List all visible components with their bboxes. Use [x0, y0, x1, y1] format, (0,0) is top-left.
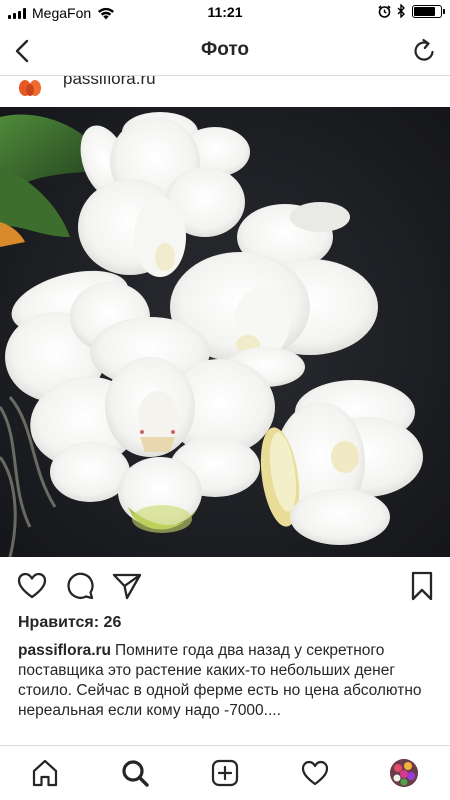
likes-label: Нравится:: [18, 614, 100, 631]
comment-icon[interactable]: [64, 570, 96, 602]
likes-number: 26: [103, 614, 122, 631]
caption-username[interactable]: passiflora.ru: [18, 642, 111, 659]
profile-avatar[interactable]: [390, 759, 418, 787]
avatar-image: [390, 759, 418, 787]
refresh-icon[interactable]: [410, 37, 438, 65]
status-bar-right: [378, 4, 445, 18]
orchid-photo: [0, 107, 450, 557]
post-photo[interactable]: [0, 107, 450, 557]
status-bar: MegaFon 11:21: [0, 0, 450, 26]
add-post-icon[interactable]: [210, 758, 240, 788]
bluetooth-icon: [397, 4, 405, 18]
page-title: Фото: [200, 39, 249, 60]
search-icon[interactable]: [120, 758, 150, 788]
heart-icon[interactable]: [16, 570, 48, 602]
tab-bar: [0, 745, 450, 800]
home-icon[interactable]: [30, 758, 60, 788]
post-caption: passiflora.ru Помните года два назад у се…: [18, 641, 428, 721]
likes-count[interactable]: Нравится: 26: [18, 614, 121, 632]
activity-heart-icon[interactable]: [300, 758, 330, 788]
post-actions: [0, 566, 450, 606]
nav-bar: Фото: [0, 26, 450, 76]
battery-icon: [412, 4, 445, 18]
alarm-icon: [378, 4, 391, 18]
bookmark-icon[interactable]: [406, 570, 438, 602]
paper-plane-icon[interactable]: [111, 570, 143, 602]
